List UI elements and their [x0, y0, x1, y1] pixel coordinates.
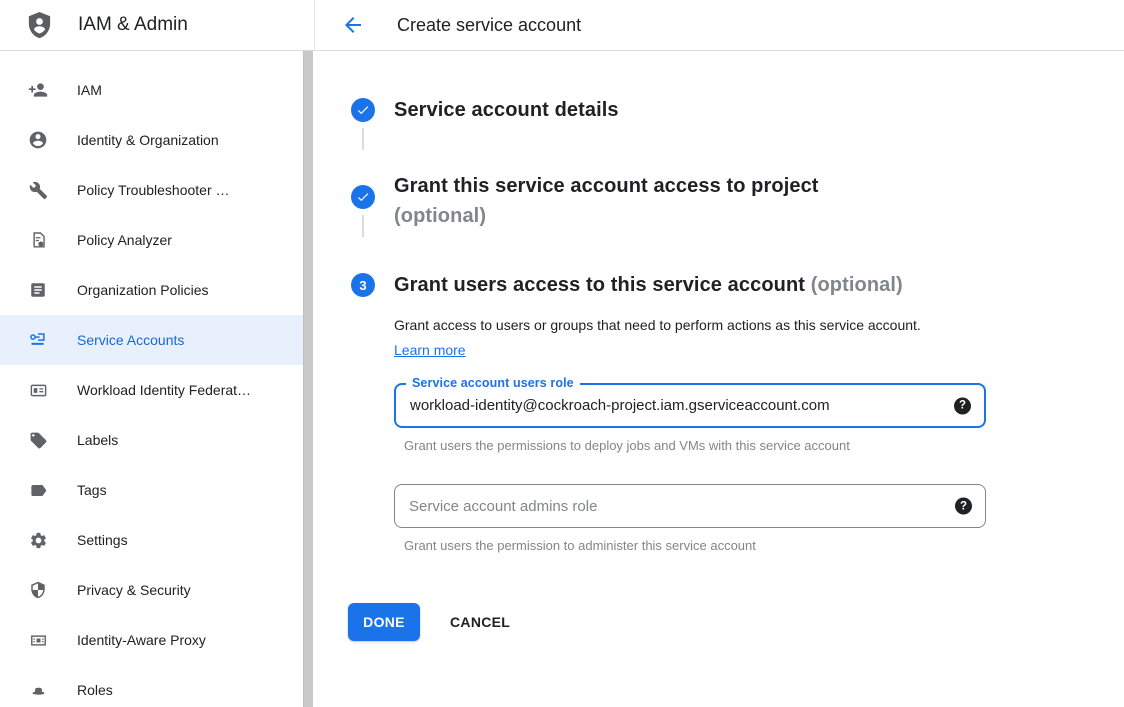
sidebar-item-privacy-security[interactable]: Privacy & Security: [0, 565, 303, 615]
sidebar-item-policy-troubleshooter[interactable]: Policy Troubleshooter …: [0, 165, 303, 215]
id-card-icon: [28, 380, 48, 400]
sidebar-item-label: Privacy & Security: [77, 582, 191, 598]
admins-role-helper-text: Grant users the permission to administer…: [404, 538, 986, 553]
hat-icon: [28, 680, 48, 700]
create-service-account-panel: Service account details Grant this servi…: [315, 51, 1124, 707]
step-1-complete-badge[interactable]: [351, 98, 375, 122]
sidebar-item-organization-policies[interactable]: Organization Policies: [0, 265, 303, 315]
page-header: Create service account: [315, 0, 1124, 50]
step-2-title-text: Grant this service account access to pro…: [394, 175, 819, 197]
sidebar-item-label: Labels: [77, 432, 118, 448]
wrench-icon: [28, 180, 48, 200]
sidebar-item-settings[interactable]: Settings: [0, 515, 303, 565]
admins-role-field: ?: [394, 484, 986, 528]
gear-icon: [28, 530, 48, 550]
step-connector: [362, 215, 364, 237]
iam-admin-shield-icon: [25, 9, 54, 41]
step-service-account-details: Service account details: [351, 98, 1124, 150]
step-2-complete-badge[interactable]: [351, 185, 375, 209]
sidebar-item-policy-analyzer[interactable]: Policy Analyzer: [0, 215, 303, 265]
sidebar-item-label: Settings: [77, 532, 128, 548]
sidebar-item-label: Organization Policies: [77, 282, 209, 298]
sidebar-item-identity-aware-proxy[interactable]: Identity-Aware Proxy: [0, 615, 303, 665]
tag-icon: [28, 430, 48, 450]
page-title: Create service account: [397, 15, 581, 36]
document-gear-icon: [28, 230, 48, 250]
account-circle-icon: [28, 130, 48, 150]
top-bar: IAM & Admin Create service account: [0, 0, 1124, 51]
users-role-input[interactable]: [396, 385, 928, 426]
description-text: Grant access to users or groups that nee…: [394, 317, 921, 333]
cancel-button[interactable]: CANCEL: [450, 614, 510, 630]
done-button[interactable]: DONE: [348, 603, 420, 641]
service-account-key-icon: [28, 330, 48, 350]
learn-more-link[interactable]: Learn more: [394, 342, 466, 358]
label-icon: [28, 480, 48, 500]
sidebar-item-iam[interactable]: IAM: [0, 65, 303, 115]
step-3-description: Grant access to users or groups that nee…: [394, 313, 956, 363]
app-title: IAM & Admin: [78, 14, 188, 36]
back-button[interactable]: [341, 13, 365, 37]
sidebar: IAM Identity & Organization Policy Troub…: [0, 51, 315, 707]
arrow-back-icon: [341, 13, 365, 37]
step-3-title: Grant users access to this service accou…: [394, 273, 986, 297]
sidebar-item-workload-identity-federation[interactable]: Workload Identity Federat…: [0, 365, 303, 415]
step-1-title[interactable]: Service account details: [394, 98, 619, 122]
users-role-field-group: Service account users role ? Grant users…: [394, 383, 986, 453]
sidebar-item-label: Policy Analyzer: [77, 232, 172, 248]
admins-role-field-group: ? Grant users the permission to administ…: [394, 484, 986, 553]
form-actions: DONE CANCEL: [348, 603, 1124, 641]
users-role-field: Service account users role ?: [394, 383, 986, 428]
sidebar-item-identity-organization[interactable]: Identity & Organization: [0, 115, 303, 165]
sidebar-item-label: Service Accounts: [77, 332, 184, 348]
proxy-icon: [28, 630, 48, 650]
sidebar-item-label: Roles: [77, 682, 113, 698]
sidebar-item-label: Identity-Aware Proxy: [77, 632, 206, 648]
sidebar-item-label: Workload Identity Federat…: [77, 382, 251, 398]
help-icon[interactable]: ?: [954, 397, 971, 414]
sidebar-item-tags[interactable]: Tags: [0, 465, 303, 515]
check-icon: [356, 190, 370, 204]
sidebar-item-label: IAM: [77, 82, 102, 98]
sidebar-scrollbar[interactable]: [303, 51, 313, 707]
step-2-optional-label: (optional): [394, 201, 819, 231]
sidebar-item-label: Tags: [77, 482, 107, 498]
step-3-optional-label: (optional): [811, 274, 903, 296]
person-add-icon: [28, 80, 48, 100]
step-connector: [362, 128, 364, 150]
sidebar-item-service-accounts[interactable]: Service Accounts: [0, 315, 303, 365]
product-header: IAM & Admin: [0, 0, 315, 50]
sidebar-item-labels[interactable]: Labels: [0, 415, 303, 465]
step-grant-users-access: 3 Grant users access to this service acc…: [351, 273, 1124, 553]
step-2-title[interactable]: Grant this service account access to pro…: [394, 171, 819, 231]
sidebar-item-label: Policy Troubleshooter …: [77, 182, 230, 198]
step-grant-access-to-project: Grant this service account access to pro…: [351, 171, 1124, 237]
admins-role-input[interactable]: [395, 485, 929, 527]
step-3-number-badge[interactable]: 3: [351, 273, 375, 297]
sidebar-item-label: Identity & Organization: [77, 132, 219, 148]
check-icon: [356, 103, 370, 117]
sidebar-item-roles[interactable]: Roles: [0, 665, 303, 707]
article-icon: [28, 280, 48, 300]
help-icon[interactable]: ?: [955, 498, 972, 515]
users-role-helper-text: Grant users the permissions to deploy jo…: [404, 438, 986, 453]
step-3-title-text: Grant users access to this service accou…: [394, 274, 805, 296]
users-role-field-label: Service account users role: [406, 376, 580, 390]
shield-icon: [28, 580, 48, 600]
